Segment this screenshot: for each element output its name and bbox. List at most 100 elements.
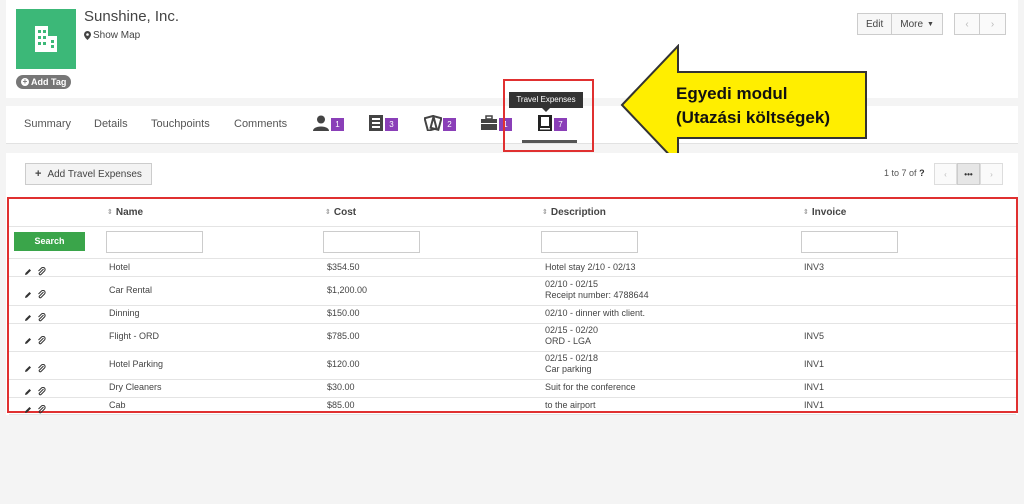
cell-cost: $1,200.00 bbox=[327, 284, 368, 295]
plus-icon: + bbox=[21, 77, 29, 86]
show-map-label: Show Map bbox=[93, 30, 141, 41]
column-header-label: Invoice bbox=[811, 207, 847, 218]
paperclip-icon[interactable] bbox=[37, 383, 46, 401]
edit-button[interactable]: Edit bbox=[857, 13, 893, 35]
cell-description: 02/10 - dinner with client. bbox=[545, 308, 646, 318]
add-tag-label: Add Tag bbox=[31, 77, 67, 87]
callout-line-1: Egyedi modul bbox=[676, 84, 788, 103]
cell-cost: $30.00 bbox=[327, 382, 355, 392]
pencil-icon[interactable] bbox=[24, 401, 32, 419]
filter-cost-input[interactable] bbox=[323, 231, 420, 253]
column-header-invoice[interactable]: ⇕ Invoice bbox=[803, 207, 846, 218]
filter-description-input[interactable] bbox=[541, 231, 638, 253]
paperclip-icon[interactable] bbox=[37, 360, 46, 378]
row-divider bbox=[9, 351, 1016, 352]
cell-cost: $354.50 bbox=[327, 261, 360, 272]
sort-icon: ⇕ bbox=[107, 209, 113, 216]
paperclip-icon[interactable] bbox=[37, 401, 46, 419]
sort-icon: ⇕ bbox=[803, 209, 809, 216]
pager-prev-button[interactable]: ‹ bbox=[934, 163, 957, 185]
caret-down-icon: ▼ bbox=[927, 20, 934, 28]
tab-comments[interactable]: Comments bbox=[234, 118, 287, 130]
pencil-icon[interactable] bbox=[24, 309, 32, 327]
divider bbox=[9, 258, 1016, 259]
row-divider bbox=[9, 276, 1016, 277]
cell-name: Hotel bbox=[109, 261, 131, 272]
cell-cost: $85.00 bbox=[327, 399, 355, 410]
more-label: More bbox=[900, 18, 924, 30]
sort-icon: ⇕ bbox=[542, 209, 548, 216]
cell-invoice: INV5 bbox=[804, 331, 825, 341]
column-header-cost[interactable]: ⇕ Cost bbox=[325, 207, 356, 218]
pencil-icon[interactable] bbox=[24, 332, 32, 350]
tab-summary[interactable]: Summary bbox=[24, 118, 71, 130]
tab-cards[interactable]: 3 bbox=[368, 114, 398, 131]
chevron-left-icon: ‹ bbox=[965, 18, 969, 30]
map-marker-icon bbox=[84, 31, 91, 40]
plus-icon: + bbox=[35, 168, 42, 180]
pencil-icon[interactable] bbox=[24, 360, 32, 378]
briefcase-icon bbox=[481, 114, 497, 130]
pencil-icon[interactable] bbox=[24, 383, 32, 401]
tab-details[interactable]: Details bbox=[94, 118, 128, 130]
cell-invoice: INV3 bbox=[804, 261, 825, 272]
money-icon bbox=[424, 114, 442, 131]
cell-invoice: INV1 bbox=[804, 382, 825, 392]
search-button[interactable]: Search bbox=[14, 232, 85, 251]
more-button[interactable]: More ▼ bbox=[892, 13, 943, 35]
tab-contacts[interactable]: 1 bbox=[312, 114, 344, 131]
paperclip-icon[interactable] bbox=[37, 309, 46, 327]
paperclip-icon[interactable] bbox=[37, 263, 46, 281]
column-header-label: Cost bbox=[333, 207, 357, 218]
record-navigation: ‹ › bbox=[954, 13, 1006, 35]
column-header-description[interactable]: ⇕ Description bbox=[542, 207, 606, 218]
paperclip-icon[interactable] bbox=[37, 286, 46, 304]
company-logo bbox=[16, 9, 76, 69]
cell-name: Hotel Parking bbox=[109, 359, 164, 369]
pager-range: 1 to 7 bbox=[884, 168, 907, 178]
show-map-link[interactable]: Show Map bbox=[84, 30, 140, 41]
add-tag-button[interactable]: + Add Tag bbox=[16, 75, 72, 89]
person-icon bbox=[313, 115, 329, 131]
cell-description: Suit for the conference bbox=[545, 382, 636, 392]
cell-description: to the airport bbox=[545, 399, 596, 410]
pager-buttons: ‹ ••• › bbox=[934, 163, 1003, 185]
pager-of: of bbox=[909, 168, 917, 178]
row-actions bbox=[24, 332, 46, 350]
sort-icon: ⇕ bbox=[325, 209, 331, 216]
tab-badge: 1 bbox=[331, 118, 344, 131]
building-icon bbox=[35, 26, 57, 52]
tab-touchpoints[interactable]: Touchpoints bbox=[151, 118, 210, 130]
callout-text: Egyedi modul (Utazási költségek) bbox=[676, 82, 830, 130]
pencil-icon[interactable] bbox=[24, 263, 32, 281]
cell-name: Dinning bbox=[109, 308, 140, 318]
pencil-icon[interactable] bbox=[24, 286, 32, 304]
next-button[interactable]: › bbox=[980, 13, 1006, 35]
callout-line-2: (Utazási költségek) bbox=[676, 108, 830, 127]
cell-name: Car Rental bbox=[109, 284, 153, 295]
cell-description: 02/15 - 02/18 bbox=[545, 353, 599, 363]
cell-cost: $785.00 bbox=[327, 331, 360, 341]
row-actions bbox=[24, 309, 46, 327]
previous-button[interactable]: ‹ bbox=[954, 13, 980, 35]
pager-more-button[interactable]: ••• bbox=[957, 163, 980, 185]
paperclip-icon[interactable] bbox=[37, 332, 46, 350]
filter-invoice-input[interactable] bbox=[801, 231, 898, 253]
column-header-label: Name bbox=[115, 207, 144, 218]
tab-money[interactable]: 2 bbox=[424, 114, 456, 131]
row-divider bbox=[9, 323, 1016, 324]
cell-description-line-2: Car parking bbox=[545, 364, 592, 374]
row-actions bbox=[24, 263, 46, 281]
row-divider bbox=[9, 305, 1016, 306]
divider bbox=[9, 226, 1016, 227]
cell-name: Cab bbox=[109, 399, 126, 410]
row-actions bbox=[24, 401, 46, 419]
add-travel-expenses-button[interactable]: + Add Travel Expenses bbox=[25, 163, 152, 185]
cell-description-line-2: Receipt number: 4788644 bbox=[545, 289, 649, 300]
cell-description: 02/10 - 02/15 bbox=[545, 278, 599, 289]
column-header-label: Description bbox=[550, 207, 606, 218]
row-divider bbox=[9, 414, 1016, 415]
filter-name-input[interactable] bbox=[106, 231, 203, 253]
pager-next-button[interactable]: › bbox=[980, 163, 1003, 185]
column-header-name[interactable]: ⇕ Name bbox=[107, 207, 143, 218]
